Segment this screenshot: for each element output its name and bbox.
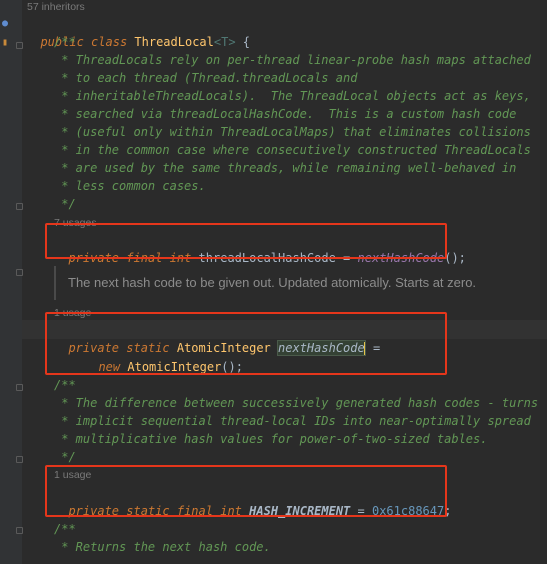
doc1-line-1: * ThreadLocals rely on per-thread linear… (54, 53, 531, 67)
doc2-line-2: * implicit sequential thread-local IDs i… (54, 414, 531, 428)
fold-doc1-start-icon[interactable] (16, 42, 23, 49)
doc1-line-4: * searched via threadLocalHashCode. This… (54, 107, 517, 121)
open-brace: { (235, 35, 251, 49)
generic-param: <T> (213, 35, 236, 49)
highlight-box-field2 (45, 312, 447, 375)
doc1-line-9: */ (54, 197, 76, 211)
fold-rendered-doc-icon[interactable] (16, 269, 23, 276)
doc1-line-8: * less common cases. (54, 179, 206, 193)
fold-doc3-start-icon[interactable] (16, 527, 23, 534)
doc1-line-3: * inheritableThreadLocals). The ThreadLo… (54, 89, 531, 103)
keyword-class: class (91, 35, 128, 49)
highlight-box-field1 (45, 223, 447, 259)
doc2-line-3: * multiplicative hash values for power-o… (54, 432, 488, 446)
doc3-line-0: /** (54, 522, 76, 536)
doc2-line-1: * The difference between successively ge… (54, 396, 539, 410)
doc1-line-2: * to each thread (Thread.threadLocals an… (54, 71, 358, 85)
doc1-line-6: * in the common case where consecutively… (54, 143, 531, 157)
doc1-line-5: * (useful only within ThreadLocalMaps) t… (54, 125, 531, 139)
class-name[interactable]: ThreadLocal (134, 35, 213, 49)
editor-gutter (0, 0, 22, 564)
implemented-by-icon[interactable]: ● (2, 19, 8, 29)
bookmark-icon[interactable]: ▮ (2, 38, 8, 48)
doc2-line-0: /** (54, 378, 76, 392)
fold-doc2-end-icon[interactable] (16, 456, 23, 463)
class-declaration: public class ThreadLocal<T> { (26, 15, 250, 49)
fold-doc2-start-icon[interactable] (16, 384, 23, 391)
rendered-javadoc[interactable]: The next hash code to be given out. Upda… (54, 266, 547, 300)
inheritors-hint[interactable]: 57 inheritors (27, 1, 85, 13)
doc2-line-4: */ (54, 450, 76, 464)
highlight-box-field3 (45, 465, 447, 517)
doc1-line-7: * are used by the same threads, while re… (54, 161, 517, 175)
call-tail: (); (444, 251, 466, 265)
doc1-line-0: /** (54, 35, 76, 49)
fold-doc1-end-icon[interactable] (16, 203, 23, 210)
doc3-line-1: * Returns the next hash code. (54, 540, 271, 554)
